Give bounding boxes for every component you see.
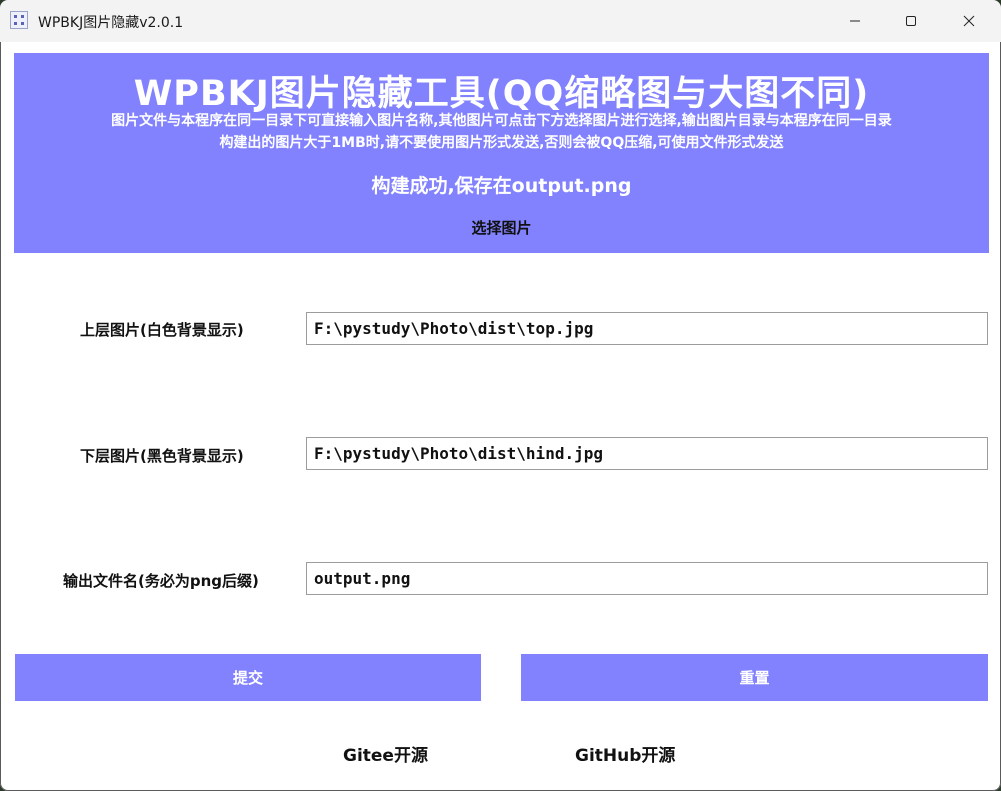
minimize-icon <box>850 20 860 22</box>
instruction-line-2: 构建出的图片大于1MB时,请不要使用图片形式发送,否则会被QQ压缩,可使用文件形… <box>219 135 784 151</box>
top-image-label: 上层图片(白色背景显示) <box>80 321 244 339</box>
bottom-image-label: 下层图片(黑色背景显示) <box>80 447 244 465</box>
maximize-icon <box>906 16 916 26</box>
window-title: WPBKJ图片隐藏v2.0.1 <box>38 15 184 31</box>
app-window: WPBKJ图片隐藏v2.0.1 WPBKJ图片隐藏工具(QQ缩略图与大图不同) … <box>0 0 1001 791</box>
choose-image-button[interactable]: 选择图片 <box>14 217 989 238</box>
minimize-button[interactable] <box>832 0 878 42</box>
maximize-button[interactable] <box>888 0 934 42</box>
submit-button[interactable]: 提交 <box>15 654 481 701</box>
app-heading: WPBKJ图片隐藏工具(QQ缩略图与大图不同) <box>133 74 870 114</box>
instruction-line-1: 图片文件与本程序在同一目录下可直接输入图片名称,其他图片可点击下方选择图片进行选… <box>111 113 892 129</box>
output-filename-label: 输出文件名(务必为png后缀) <box>63 572 259 590</box>
reset-button[interactable]: 重置 <box>521 654 988 701</box>
title-bar: WPBKJ图片隐藏v2.0.1 <box>0 0 1001 42</box>
bottom-image-input[interactable] <box>306 437 988 470</box>
header-banner: WPBKJ图片隐藏工具(QQ缩略图与大图不同) 图片文件与本程序在同一目录下可直… <box>14 53 989 253</box>
top-image-input[interactable] <box>306 312 988 345</box>
gitee-link[interactable]: Gitee开源 <box>343 741 428 766</box>
app-icon <box>10 11 28 29</box>
output-filename-input[interactable] <box>306 562 988 595</box>
github-link[interactable]: GitHub开源 <box>575 741 675 766</box>
status-message: 构建成功,保存在output.png <box>371 175 632 197</box>
close-icon <box>963 15 975 27</box>
close-button[interactable] <box>946 0 992 42</box>
